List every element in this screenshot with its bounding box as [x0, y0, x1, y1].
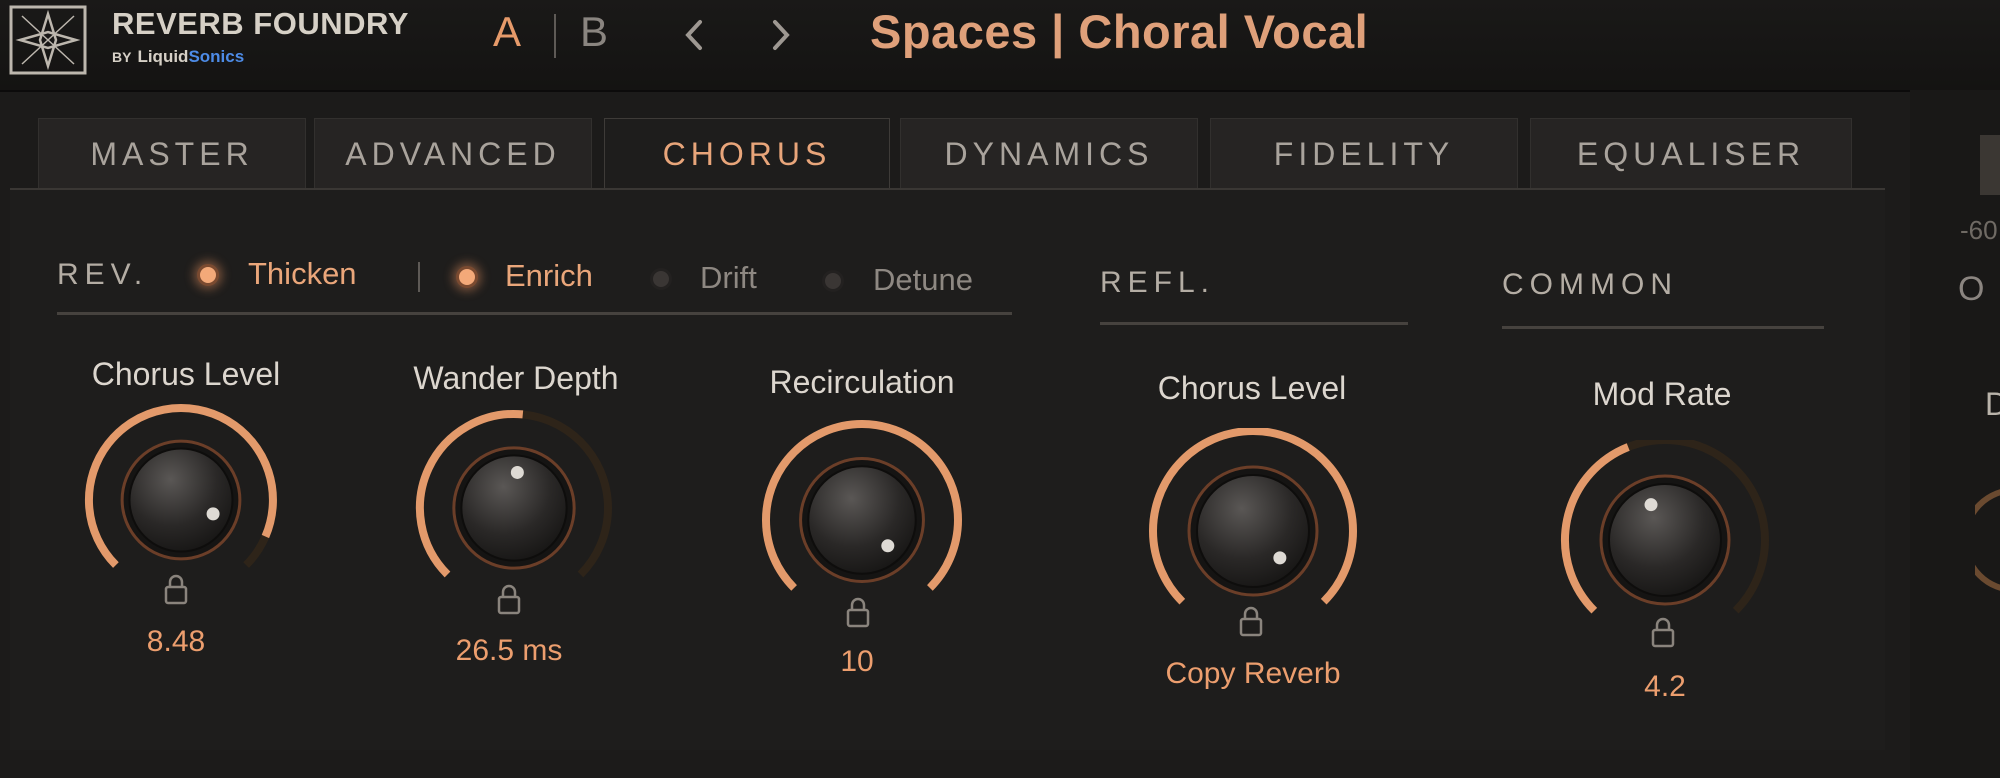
recirculation-value[interactable]: 10	[707, 645, 1007, 679]
knob-indicator	[1644, 498, 1658, 512]
wander-depth-value[interactable]: 26.5 ms	[359, 634, 659, 668]
right-knob-arc	[1975, 489, 2000, 591]
brand-by-text: BY	[112, 49, 132, 65]
drift-label[interactable]: Drift	[700, 260, 757, 296]
thicken-label[interactable]: Thicken	[248, 256, 357, 292]
recirculation-knob[interactable]	[752, 418, 972, 598]
chevron-left-icon[interactable]	[670, 10, 720, 60]
thicken-radio[interactable]	[197, 264, 219, 286]
knob-indicator	[206, 507, 220, 521]
common-section-divider	[1502, 326, 1824, 329]
enrich-radio[interactable]	[456, 266, 478, 288]
knob-indicator	[881, 539, 895, 553]
lock-icon[interactable]	[1648, 616, 1678, 650]
chorus-level-label: Chorus Level	[91, 356, 281, 392]
refl-chorus-level-value[interactable]: Copy Reverb	[1103, 657, 1403, 691]
tab-advanced[interactable]: ADVANCED	[314, 118, 592, 189]
meter-bar	[1980, 135, 2000, 195]
lock-icon[interactable]	[1236, 605, 1266, 639]
ab-divider	[554, 14, 556, 58]
knob-indicator	[1273, 551, 1287, 565]
mod-rate-label: Mod Rate	[1592, 376, 1732, 412]
enrich-label[interactable]: Enrich	[505, 258, 593, 294]
right-knob-label: D	[1985, 386, 2000, 422]
recirculation-label: Recirculation	[769, 364, 955, 400]
mod-rate-value[interactable]: 4.2	[1515, 670, 1815, 704]
tab-chorus[interactable]: CHORUS	[604, 118, 890, 193]
tab-fidelity[interactable]: FIDELITY	[1210, 118, 1518, 189]
knob-indicator	[510, 465, 524, 479]
rev-option-divider	[418, 262, 420, 292]
knob-body	[1608, 483, 1722, 597]
preset-b-button[interactable]: B	[580, 8, 608, 56]
lock-icon[interactable]	[843, 596, 873, 630]
knob-body	[128, 447, 234, 553]
refl-section-divider	[1100, 322, 1408, 325]
refl-chorus-level-knob[interactable]	[1143, 428, 1363, 608]
knob-body	[1196, 474, 1310, 588]
lock-icon[interactable]	[494, 583, 524, 617]
detune-radio[interactable]	[822, 270, 844, 292]
wander-depth-knob[interactable]	[404, 406, 624, 586]
preset-name[interactable]: Spaces | Choral Vocal	[870, 4, 1368, 59]
refl-section-label: REFL.	[1100, 266, 1216, 299]
tab-dynamics[interactable]: DYNAMICS	[900, 118, 1198, 189]
mod-rate-knob[interactable]	[1555, 440, 1775, 620]
rev-section-label: REV.	[57, 258, 149, 291]
rev-section-divider	[57, 312, 1012, 315]
brand-liquid-text: Liquid	[137, 47, 189, 66]
brand-name: REVERB FOUNDRY	[112, 6, 409, 41]
knob-body	[807, 465, 917, 575]
wander-depth-label: Wander Depth	[413, 360, 619, 396]
common-section-label: COMMON	[1502, 268, 1678, 301]
tab-equaliser[interactable]: EQUALISER	[1530, 118, 1852, 189]
top-bar: REVERB FOUNDRY BY LiquidSonics A B Spaces…	[0, 0, 2000, 92]
detune-label[interactable]: Detune	[873, 262, 973, 298]
meter-scale-label: -60	[1960, 215, 1998, 245]
refl-chorus-level-label: Chorus Level	[1157, 370, 1347, 406]
tab-master[interactable]: MASTER	[38, 118, 306, 189]
reverb-foundry-logo-icon	[9, 5, 87, 75]
drift-radio[interactable]	[650, 268, 672, 290]
chorus-level-knob[interactable]	[71, 400, 291, 580]
right-section-label: O	[1958, 270, 1985, 308]
chorus-level-value[interactable]: 8.48	[26, 625, 326, 659]
brand-sonics-text: Sonics	[188, 47, 245, 66]
preset-a-button[interactable]: A	[493, 8, 521, 56]
lock-icon[interactable]	[161, 573, 191, 607]
chevron-right-icon[interactable]	[755, 10, 805, 60]
brand-byline: BY LiquidSonics	[112, 47, 244, 67]
